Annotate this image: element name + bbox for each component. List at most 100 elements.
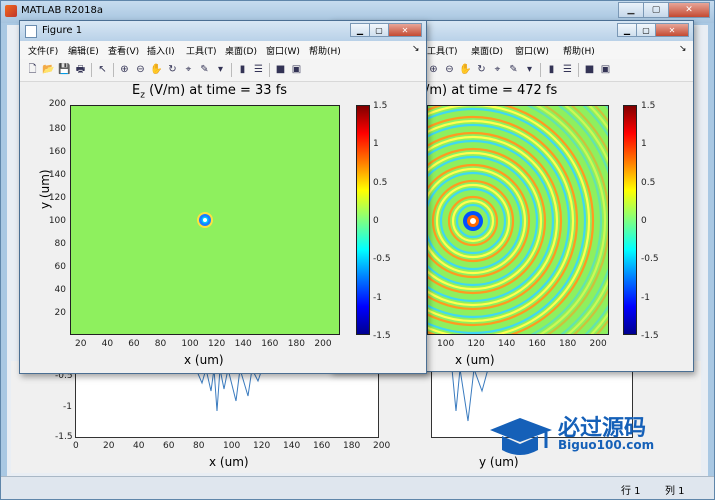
bg-xtick: 0 [73, 441, 79, 451]
fig1-field [197, 212, 213, 228]
zoom-out-icon[interactable]: ⊖ [134, 63, 147, 76]
fig1-xtick: 100 [181, 339, 199, 349]
menu-file[interactable]: 文件(F) [28, 44, 58, 57]
fig1-ytick: 60 [54, 262, 66, 272]
fig1-close-button[interactable]: ✕ [388, 23, 422, 37]
close-button[interactable]: ✕ [668, 2, 710, 18]
title-e: E [132, 83, 141, 98]
fig2-colorbar-icon[interactable]: ▮ [545, 63, 558, 76]
fig1-cbar-tick: 0 [373, 215, 379, 226]
fig2-wave-field [428, 106, 608, 334]
menu-help[interactable]: 帮助(H) [309, 44, 341, 57]
new-file-icon[interactable]: 🗋 [26, 63, 39, 76]
menu-edit[interactable]: 编辑(E) [68, 44, 99, 57]
title-rest: (V/m) at time = 33 fs [144, 83, 288, 98]
fig2-menu-window[interactable]: 窗口(W) [515, 44, 549, 57]
fig2-brush-icon[interactable]: ✎ [507, 63, 520, 76]
fig1-xlabel: x (um) [184, 353, 224, 367]
fig2-zoom-in-icon[interactable]: ⊕ [427, 63, 440, 76]
fig1-ytick: 140 [48, 170, 66, 180]
fig1-ytick: 20 [54, 308, 66, 318]
fig2-cbar-tick: -1 [641, 292, 650, 303]
fig1-ytick: 80 [54, 239, 66, 249]
fig2-pan-icon[interactable]: ✋ [459, 63, 472, 76]
menu-more-icon[interactable]: ↘ [412, 44, 420, 54]
menu-view[interactable]: 查看(V) [108, 44, 139, 57]
toolbar-separator [113, 63, 114, 77]
open-icon[interactable]: 📂 [42, 63, 55, 76]
print-icon[interactable]: 🖶 [74, 63, 87, 76]
fig1-maximize-button[interactable]: ▢ [369, 23, 389, 37]
pan-icon[interactable]: ✋ [150, 63, 163, 76]
fig1-xtick: 180 [287, 339, 305, 349]
hide-icon[interactable]: ■ [274, 63, 287, 76]
menu-insert[interactable]: 插入(I) [147, 44, 175, 57]
dock-icon[interactable]: ▣ [290, 63, 303, 76]
status-bar: 行 1 列 1 [1, 476, 714, 499]
fig1-minimize-button[interactable]: ▁ [350, 23, 370, 37]
fig1-cbar-tick: 1 [373, 139, 379, 150]
fig2-link-icon[interactable]: ▾ [523, 63, 536, 76]
brush-icon[interactable]: ✎ [198, 63, 211, 76]
matlab-logo-icon [5, 5, 17, 17]
fig1-xtick: 20 [75, 339, 87, 349]
fig1-ytick: 200 [48, 99, 66, 109]
fig2-menu-more-icon[interactable]: ↘ [679, 44, 687, 54]
fig1-plot-title: Ez (V/m) at time = 33 fs [132, 83, 287, 101]
fig2-legend-icon[interactable]: ☰ [561, 63, 574, 76]
bg-xtick: 160 [313, 441, 331, 451]
fig1-xtick: 140 [234, 339, 252, 349]
fig2-maximize-button[interactable]: ▢ [636, 23, 656, 37]
datatip-icon[interactable]: ⌖ [182, 63, 195, 76]
menu-desktop[interactable]: 桌面(D) [225, 44, 257, 57]
fig2-datatip-icon[interactable]: ⌖ [491, 63, 504, 76]
fig2-axes [427, 105, 609, 335]
fig2-plot-title: /m) at time = 472 fs [425, 83, 558, 98]
menu-tools[interactable]: 工具(T) [186, 44, 217, 57]
fig1-axes [70, 105, 340, 335]
rotate-icon[interactable]: ↻ [166, 63, 179, 76]
toolbar-separator [91, 63, 92, 77]
fig2-menu-help[interactable]: 帮助(H) [563, 44, 595, 57]
legend-icon[interactable]: ☰ [252, 63, 265, 76]
fig2-cbar-tick: -1.5 [641, 330, 659, 341]
colorbar-icon[interactable]: ▮ [236, 63, 249, 76]
fig2-cbar-tick: 0.5 [641, 177, 656, 188]
maximize-button[interactable]: ▢ [643, 2, 669, 18]
bg-ytick-2: -1.5 [55, 432, 73, 442]
fig1-ytick: 100 [48, 216, 66, 226]
fig2-xtick: 120 [467, 339, 485, 349]
main-window-title: MATLAB R2018a [21, 5, 104, 16]
graduation-cap-icon [490, 418, 552, 455]
save-icon[interactable]: 💾 [58, 63, 71, 76]
fig1-cbar-tick: 1.5 [373, 101, 388, 111]
fig2-menu-tools[interactable]: 工具(T) [427, 44, 458, 57]
fig2-xtick: 100 [437, 339, 455, 349]
fig1-colorbar [356, 105, 370, 335]
link-icon[interactable]: ▾ [214, 63, 227, 76]
zoom-in-icon[interactable]: ⊕ [118, 63, 131, 76]
fig2-rotate-icon[interactable]: ↻ [475, 63, 488, 76]
pointer-icon[interactable]: ↖ [96, 63, 109, 76]
fig2-xtick: 200 [589, 339, 607, 349]
bg-xtick: 120 [253, 441, 271, 451]
bg-xtick: 140 [283, 441, 301, 451]
bg-xtick: 180 [343, 441, 361, 451]
fig2-hide-icon[interactable]: ■ [583, 63, 596, 76]
bg-xtick: 40 [133, 441, 145, 451]
watermark-logo: 必过源码 Biguo100.com [486, 412, 686, 462]
toolbar-separator [540, 63, 541, 77]
toolbar-separator [269, 63, 270, 77]
fig2-dock-icon[interactable]: ▣ [599, 63, 612, 76]
fig1-xtick: 40 [101, 339, 114, 349]
minimize-button[interactable]: ▁ [618, 2, 644, 18]
bg-xtick: 200 [373, 441, 391, 451]
fig2-close-button[interactable]: ✕ [655, 23, 689, 37]
fig1-cbar-tick: -1 [373, 292, 382, 303]
fig2-minimize-button[interactable]: ▁ [617, 23, 637, 37]
fig1-cbar-tick: 0.5 [373, 177, 388, 188]
menu-window[interactable]: 窗口(W) [266, 44, 300, 57]
toolbar-separator [231, 63, 232, 77]
fig2-zoom-out-icon[interactable]: ⊖ [443, 63, 456, 76]
fig2-menu-desktop[interactable]: 桌面(D) [471, 44, 503, 57]
